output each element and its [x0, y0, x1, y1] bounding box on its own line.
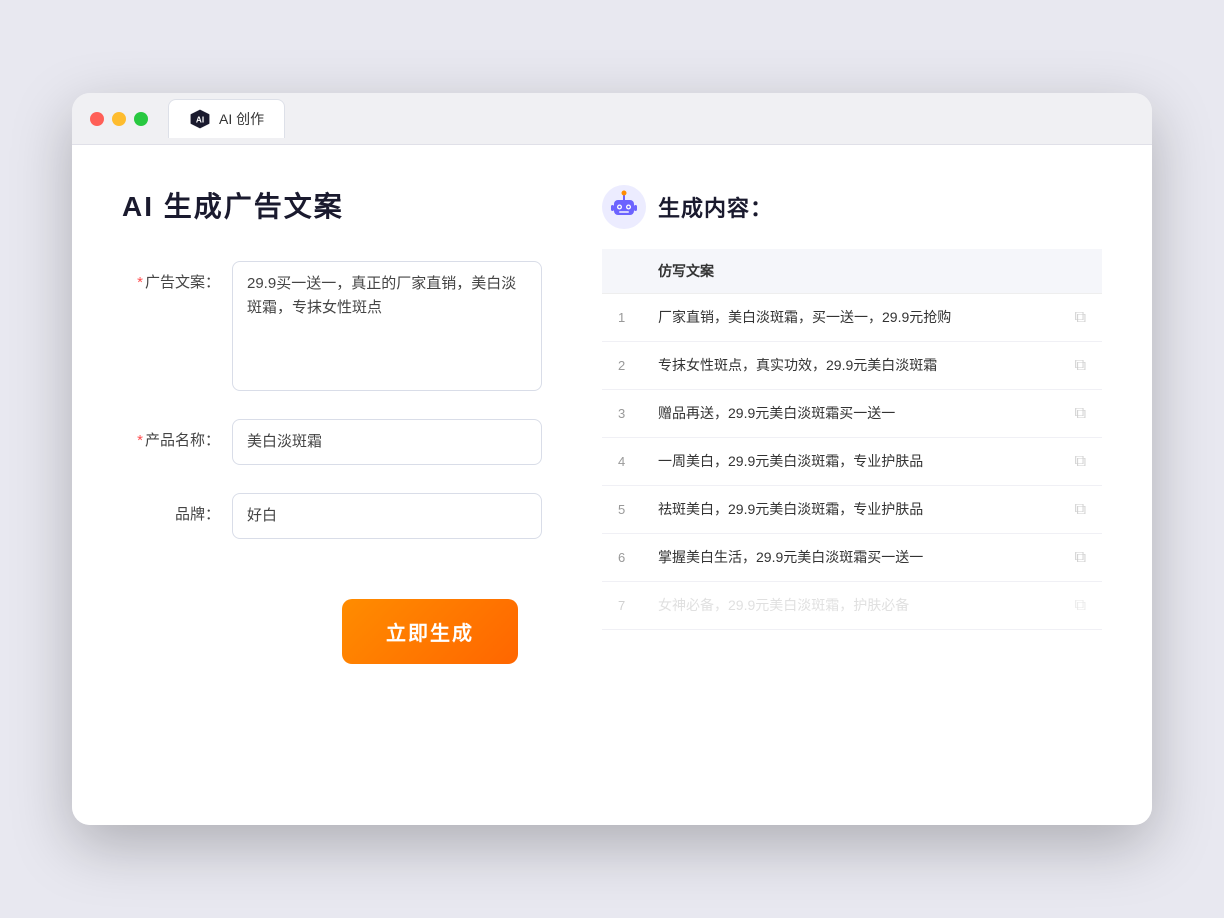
table-row: 3 赠品再送，29.9元美白淡斑霜买一送一 ⧉ — [602, 390, 1102, 438]
row-number: 4 — [602, 438, 642, 486]
main-layout: AI 生成广告文案 *广告文案： 29.9买一送一，真正的厂家直销，美白淡斑霜，… — [122, 185, 1102, 664]
maximize-button[interactable] — [134, 112, 148, 126]
required-mark-1: * — [137, 274, 143, 291]
row-text: 祛斑美白，29.9元美白淡斑霜，专业护肤品 — [642, 486, 1059, 534]
minimize-button[interactable] — [112, 112, 126, 126]
row-text: 一周美白，29.9元美白淡斑霜，专业护肤品 — [642, 438, 1059, 486]
copy-icon[interactable]: ⧉ — [1075, 309, 1086, 326]
copy-icon[interactable]: ⧉ — [1075, 405, 1086, 422]
tab-label: AI 创作 — [219, 109, 264, 129]
table-row: 2 专抹女性斑点，真实功效，29.9元美白淡斑霜 ⧉ — [602, 342, 1102, 390]
table-row: 7 女神必备，29.9元美白淡斑霜，护肤必备 ⧉ — [602, 582, 1102, 630]
table-row: 4 一周美白，29.9元美白淡斑霜，专业护肤品 ⧉ — [602, 438, 1102, 486]
product-name-input[interactable]: 美白淡斑霜 — [232, 419, 542, 465]
left-panel: AI 生成广告文案 *广告文案： 29.9买一送一，真正的厂家直销，美白淡斑霜，… — [122, 185, 542, 664]
browser-content: AI 生成广告文案 *广告文案： 29.9买一送一，真正的厂家直销，美白淡斑霜，… — [72, 145, 1152, 825]
tab-ai-creation[interactable]: AI AI 创作 — [168, 99, 285, 138]
row-number: 3 — [602, 390, 642, 438]
robot-icon — [602, 185, 646, 229]
form-group-product-name: *产品名称： 美白淡斑霜 — [122, 419, 542, 465]
copy-icon[interactable]: ⧉ — [1075, 597, 1086, 614]
right-panel: 生成内容： 仿写文案 1 厂家直销，美白淡斑霜，买一送一，29.9元抢购 ⧉ — [602, 185, 1102, 664]
result-header: 生成内容： — [602, 185, 1102, 229]
generate-button[interactable]: 立即生成 — [342, 599, 518, 664]
ad-copy-label: *广告文案： — [122, 261, 232, 292]
ad-copy-textarea[interactable]: 29.9买一送一，真正的厂家直销，美白淡斑霜，专抹女性斑点 — [232, 261, 542, 391]
product-name-label: *产品名称： — [122, 419, 232, 450]
copy-icon-cell: ⧉ — [1059, 486, 1102, 534]
copy-icon[interactable]: ⧉ — [1075, 549, 1086, 566]
row-number: 2 — [602, 342, 642, 390]
row-text: 专抹女性斑点，真实功效，29.9元美白淡斑霜 — [642, 342, 1059, 390]
result-title: 生成内容： — [658, 191, 773, 223]
ai-tab-icon: AI — [189, 108, 211, 130]
copy-icon[interactable]: ⧉ — [1075, 501, 1086, 518]
table-header-content: 仿写文案 — [642, 249, 1059, 294]
table-row: 6 掌握美白生活，29.9元美白淡斑霜买一送一 ⧉ — [602, 534, 1102, 582]
table-header-actions — [1059, 249, 1102, 294]
required-mark-2: * — [137, 432, 143, 449]
row-text: 赠品再送，29.9元美白淡斑霜买一送一 — [642, 390, 1059, 438]
row-text: 厂家直销，美白淡斑霜，买一送一，29.9元抢购 — [642, 294, 1059, 342]
copy-icon-cell: ⧉ — [1059, 294, 1102, 342]
table-row: 1 厂家直销，美白淡斑霜，买一送一，29.9元抢购 ⧉ — [602, 294, 1102, 342]
row-number: 7 — [602, 582, 642, 630]
svg-text:AI: AI — [196, 116, 204, 125]
browser-window: AI AI 创作 AI 生成广告文案 *广告文案： 29.9买一送一，真正的厂家… — [72, 93, 1152, 825]
traffic-lights — [90, 112, 148, 126]
page-title: AI 生成广告文案 — [122, 185, 542, 225]
copy-icon[interactable]: ⧉ — [1075, 357, 1086, 374]
row-number: 5 — [602, 486, 642, 534]
row-text: 女神必备，29.9元美白淡斑霜，护肤必备 — [642, 582, 1059, 630]
row-number: 1 — [602, 294, 642, 342]
copy-icon-cell: ⧉ — [1059, 390, 1102, 438]
brand-label: 品牌： — [122, 493, 232, 524]
titlebar: AI AI 创作 — [72, 93, 1152, 145]
form-group-brand: 品牌： 好白 — [122, 493, 542, 539]
row-text: 掌握美白生活，29.9元美白淡斑霜买一送一 — [642, 534, 1059, 582]
form-group-ad-copy: *广告文案： 29.9买一送一，真正的厂家直销，美白淡斑霜，专抹女性斑点 — [122, 261, 542, 391]
brand-input[interactable]: 好白 — [232, 493, 542, 539]
close-button[interactable] — [90, 112, 104, 126]
copy-icon-cell: ⧉ — [1059, 438, 1102, 486]
result-table: 仿写文案 1 厂家直销，美白淡斑霜，买一送一，29.9元抢购 ⧉ 2 专抹女性斑… — [602, 249, 1102, 630]
copy-icon-cell: ⧉ — [1059, 534, 1102, 582]
table-row: 5 祛斑美白，29.9元美白淡斑霜，专业护肤品 ⧉ — [602, 486, 1102, 534]
row-number: 6 — [602, 534, 642, 582]
tab-area: AI AI 创作 — [168, 99, 285, 138]
copy-icon-cell: ⧉ — [1059, 582, 1102, 630]
table-header-num — [602, 249, 642, 294]
copy-icon-cell: ⧉ — [1059, 342, 1102, 390]
table-header-row: 仿写文案 — [602, 249, 1102, 294]
copy-icon[interactable]: ⧉ — [1075, 453, 1086, 470]
